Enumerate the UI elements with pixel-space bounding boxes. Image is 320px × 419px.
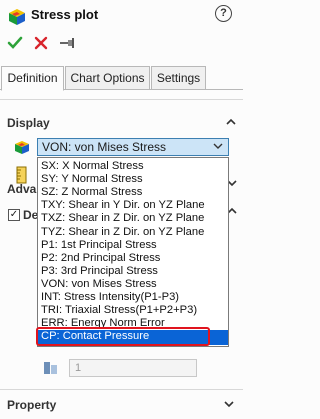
dropdown-option[interactable]: SZ: Z Normal Stress (38, 186, 228, 199)
dropdown-option[interactable]: P3: 3rd Principal Stress (38, 265, 228, 278)
dropdown-option[interactable]: P1: 1st Principal Stress (38, 239, 228, 252)
display-section-title: Display (7, 116, 50, 130)
pin-icon[interactable] (59, 36, 77, 50)
cancel-x-icon[interactable] (33, 35, 49, 51)
tab-chart-options[interactable]: Chart Options (65, 66, 150, 90)
dropdown-option[interactable]: SX: X Normal Stress (38, 160, 228, 173)
collapse-up-icon[interactable] (226, 117, 236, 127)
tab-definition[interactable]: Definition (1, 66, 64, 91)
dropdown-option[interactable]: INT: Stress Intensity(P1-P3) (38, 291, 228, 304)
section-divider (0, 389, 243, 390)
dropdown-option[interactable]: VON: von Mises Stress (38, 278, 228, 291)
tab-settings[interactable]: Settings (151, 66, 206, 90)
dropdown-option[interactable]: P2: 2nd Principal Stress (38, 252, 228, 265)
deformation-scale-input[interactable]: 1 (69, 359, 197, 377)
advanced-options-title[interactable]: Adva (7, 182, 36, 196)
dropdown-option[interactable]: TXZ: Shear in Z Dir. on YZ Plane (38, 212, 228, 225)
dropdown-option[interactable]: SY: Y Normal Stress (38, 173, 228, 186)
deformed-shape-checkbox[interactable]: ✓ (8, 209, 20, 221)
deformation-scale-icon (44, 362, 57, 374)
stress-component-icon (15, 141, 29, 154)
page-title: Stress plot (31, 7, 99, 22)
dropdown-option[interactable]: TRI: Triaxial Stress(P1+P2+P3) (38, 304, 228, 317)
help-icon[interactable]: ? (215, 5, 232, 22)
chevron-down-icon[interactable] (213, 143, 223, 150)
expand-down-icon[interactable] (224, 401, 234, 409)
stress-plot-icon (9, 9, 25, 25)
dropdown-option[interactable]: TYZ: Shear in Z Dir. on YZ Plane (38, 226, 228, 239)
highlight-annotation (36, 327, 210, 346)
stress-component-select[interactable]: VON: von Mises Stress (37, 138, 229, 156)
stress-component-dropdown[interactable]: SX: X Normal Stress SY: Y Normal Stress … (37, 157, 229, 347)
property-section-title[interactable]: Property (7, 398, 56, 412)
dropdown-option[interactable]: TXY: Shear in Y Dir. on YZ Plane (38, 199, 228, 212)
ok-checkmark-icon[interactable] (7, 35, 23, 51)
section-divider (0, 99, 243, 100)
